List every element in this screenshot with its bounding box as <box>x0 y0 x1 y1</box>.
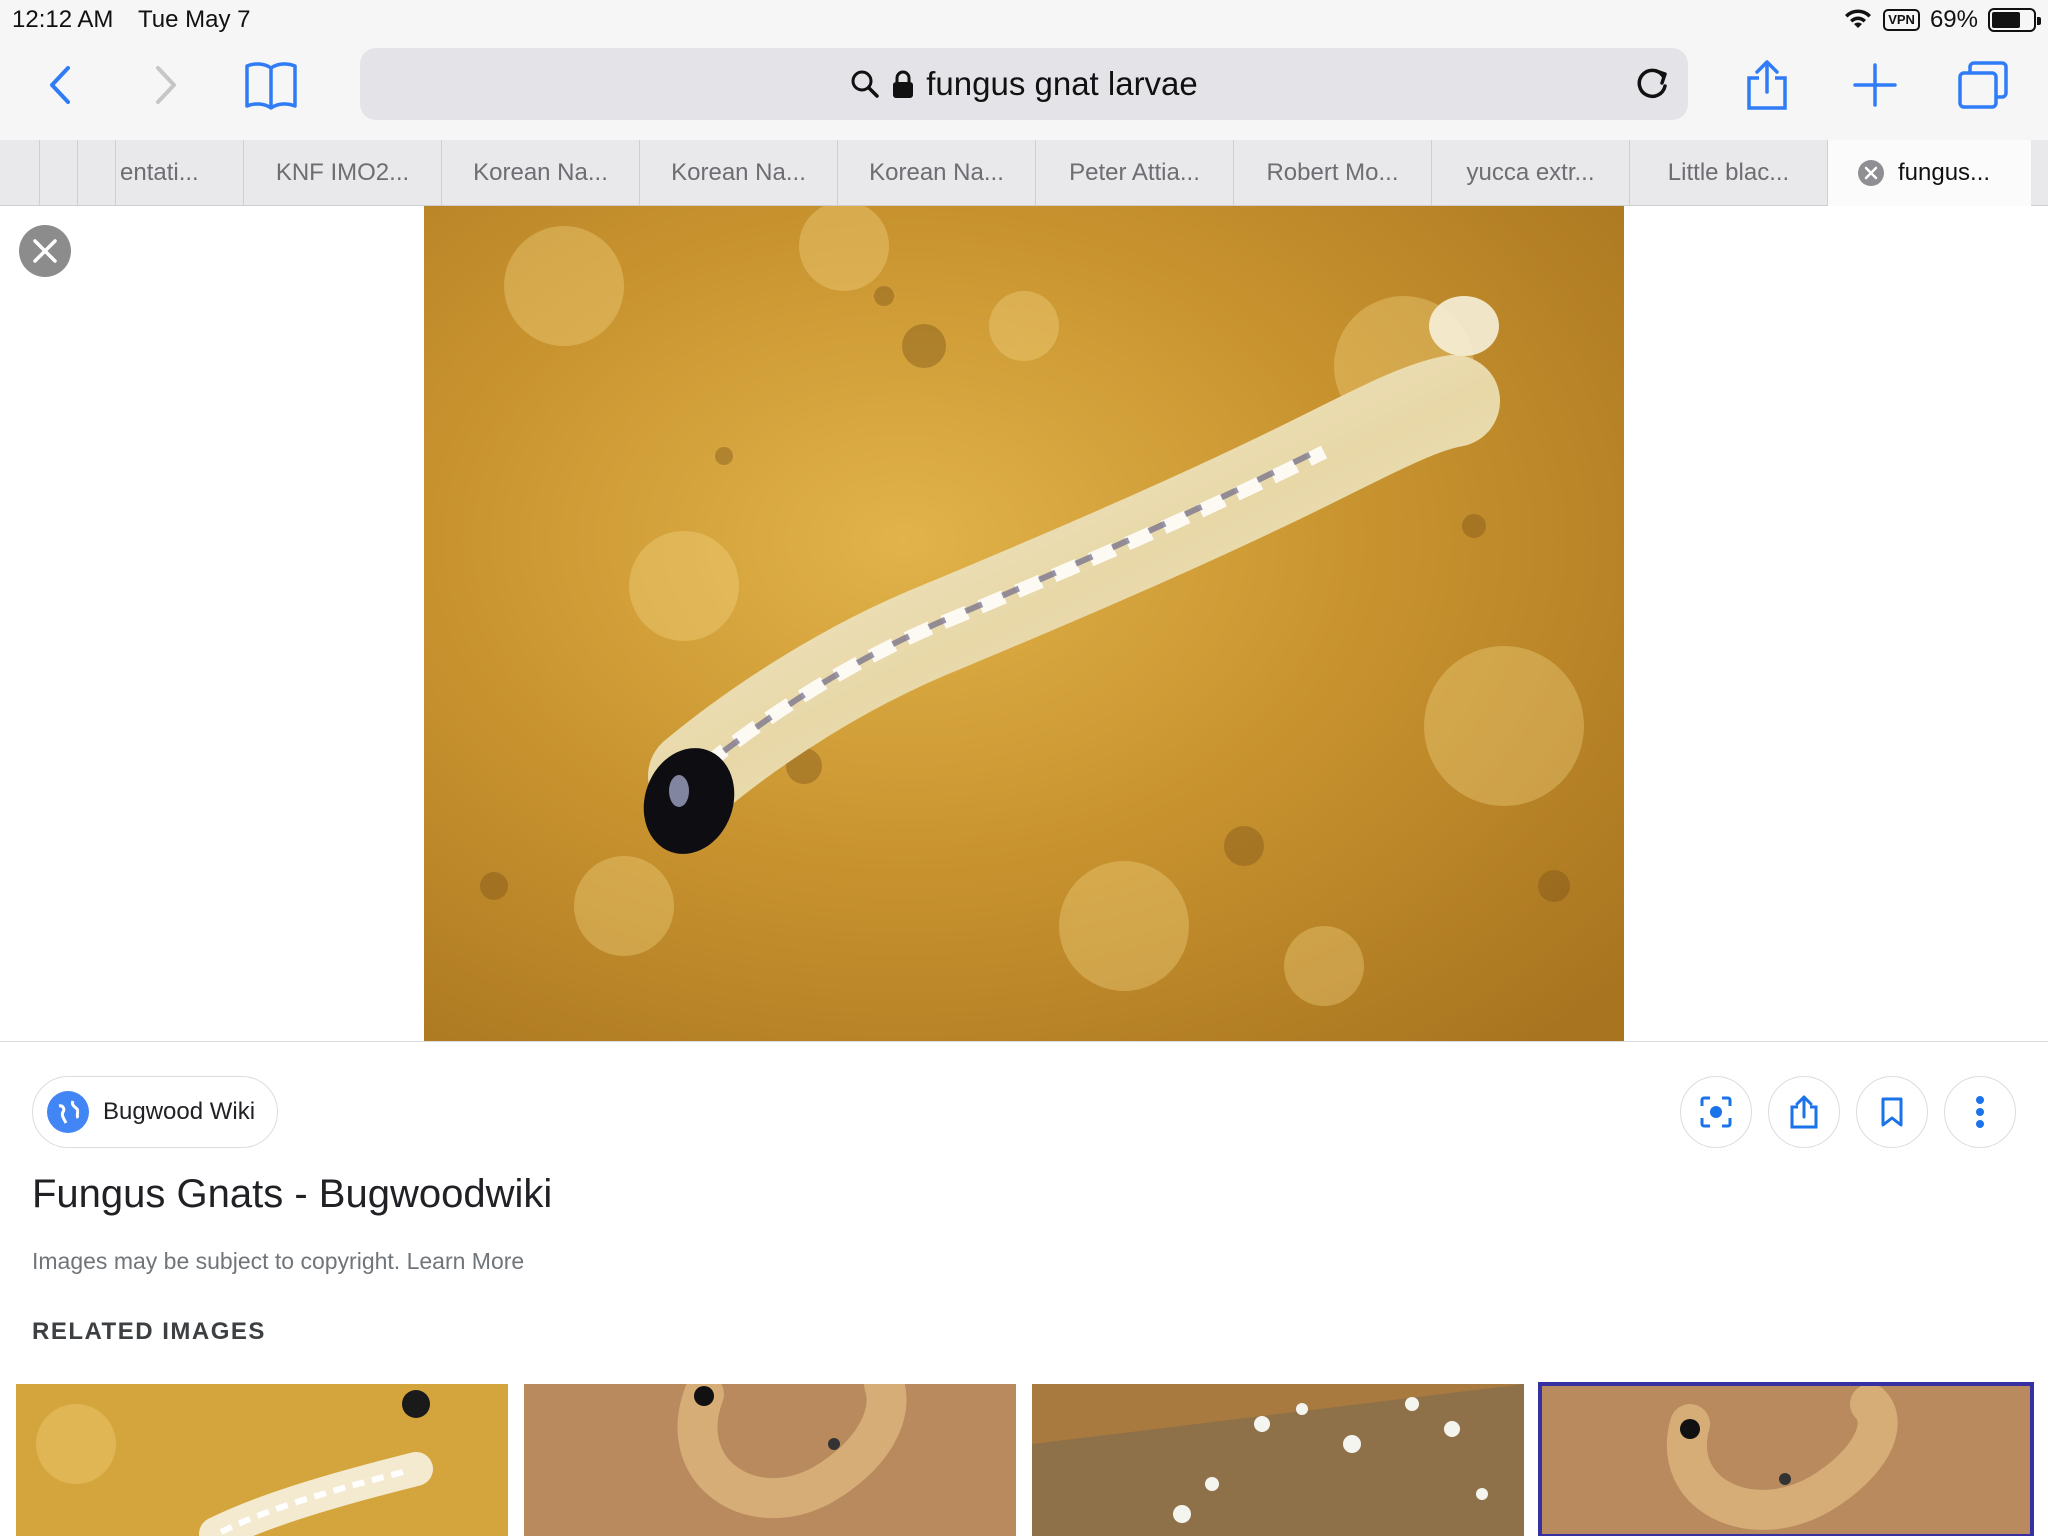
battery-level <box>1992 12 2020 28</box>
close-icon <box>33 239 57 263</box>
search-icon <box>851 70 879 98</box>
status-date: Tue May 7 <box>138 6 251 33</box>
wifi-icon <box>1845 9 1872 28</box>
source-label: Bugwood Wiki <box>103 1098 256 1125</box>
related-thumbnail[interactable] <box>16 1384 508 1536</box>
result-title[interactable]: Fungus Gnats - Bugwoodwiki <box>32 1172 552 1217</box>
tab-item[interactable]: KNF IMO2... <box>244 140 442 206</box>
bookmark-icon <box>1881 1097 1903 1127</box>
address-bar[interactable]: fungus gnat larvae <box>360 48 1688 120</box>
close-icon <box>1864 166 1878 180</box>
tab-stub[interactable] <box>78 140 116 206</box>
share-button[interactable] <box>1732 52 1802 118</box>
battery-percent: 69% <box>1929 6 1978 33</box>
browser-toolbar: fungus gnat larvae <box>0 40 2048 140</box>
plus-icon <box>1853 63 1897 107</box>
image-viewer <box>0 206 2048 1042</box>
status-time: 12:12 AM <box>12 6 114 33</box>
bookmarks-button[interactable] <box>236 52 306 118</box>
forward-icon <box>156 66 176 104</box>
related-thumbnail[interactable] <box>1032 1384 1524 1536</box>
bookmarks-icon <box>245 62 297 110</box>
back-button[interactable] <box>26 52 96 118</box>
main-image[interactable] <box>424 206 1624 1041</box>
reload-icon <box>1637 68 1667 99</box>
forward-button[interactable] <box>130 52 200 118</box>
back-icon <box>50 66 70 104</box>
tab-item[interactable]: Korean Na... <box>442 140 640 206</box>
reload-button[interactable] <box>1630 62 1674 106</box>
tab-item[interactable]: Robert Mo... <box>1234 140 1432 206</box>
battery-icon <box>1988 8 2041 32</box>
tab-item[interactable]: yucca extr... <box>1432 140 1630 206</box>
related-thumbnail-selected[interactable] <box>1538 1382 2034 1536</box>
tab-item[interactable]: Korean Na... <box>640 140 838 206</box>
tab-stub[interactable] <box>40 140 78 206</box>
more-vert-icon <box>1976 1096 1984 1128</box>
tab-item[interactable]: Korean Na... <box>838 140 1036 206</box>
related-images-heading: RELATED IMAGES <box>32 1318 266 1345</box>
tab-bar: entati... KNF IMO2... Korean Na... Korea… <box>0 140 2048 206</box>
tab-item[interactable]: entati... <box>116 140 244 206</box>
more-options-button[interactable] <box>1944 1076 2016 1148</box>
tabs-overview-button[interactable] <box>1948 52 2018 118</box>
share-result-button[interactable] <box>1768 1076 1840 1148</box>
source-chip[interactable]: Bugwood Wiki <box>32 1076 279 1148</box>
tab-item[interactable]: Peter Attia... <box>1036 140 1234 206</box>
new-tab-button[interactable] <box>1840 52 1910 118</box>
lock-icon <box>893 70 914 98</box>
address-text: fungus gnat larvae <box>926 65 1198 102</box>
tabs-icon <box>1958 61 2008 109</box>
tab-item[interactable]: Little blac... <box>1630 140 1828 206</box>
share-icon <box>1747 60 1787 110</box>
share-icon <box>1790 1095 1818 1129</box>
copyright-notice[interactable]: Images may be subject to copyright. Lear… <box>32 1248 524 1275</box>
tab-stub[interactable] <box>0 140 40 206</box>
status-indicators: VPN 69% <box>1843 6 2041 34</box>
status-bar: 12:12 AM Tue May 7 VPN 69% <box>0 0 2048 40</box>
tab-item-active[interactable]: fungus... <box>1828 140 2031 206</box>
vpn-badge: VPN <box>1883 9 1920 31</box>
larva-photo <box>424 206 1624 1041</box>
related-thumbnail[interactable] <box>524 1384 1016 1536</box>
lens-icon <box>1700 1096 1732 1128</box>
close-viewer-button[interactable] <box>19 225 71 277</box>
save-button[interactable] <box>1856 1076 1928 1148</box>
lens-button[interactable] <box>1680 1076 1752 1148</box>
globe-icon <box>47 1091 89 1133</box>
tab-close-button[interactable] <box>1858 160 1884 186</box>
